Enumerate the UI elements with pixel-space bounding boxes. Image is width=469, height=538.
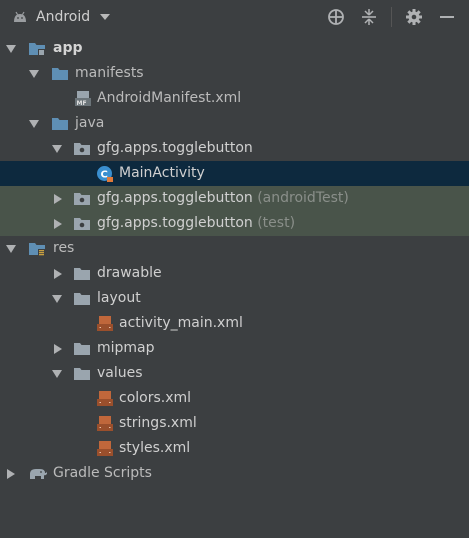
chevron-right-icon[interactable] (54, 269, 62, 279)
tree-node-mipmap[interactable]: mipmap (0, 336, 469, 361)
tree-label-drawable: drawable (97, 265, 162, 281)
tree-node-package-main[interactable]: gfg.apps.togglebutton (0, 136, 469, 161)
xml-file-icon (97, 441, 113, 456)
minimize-icon[interactable] (436, 6, 458, 28)
chevron-down-icon[interactable] (6, 245, 16, 253)
chevron-down-icon[interactable] (52, 370, 62, 378)
tree-label-mipmap: mipmap (97, 340, 155, 356)
chevron-right-icon[interactable] (54, 219, 62, 229)
tree-label-colors: colors.xml (119, 390, 192, 406)
chevron-down-icon (100, 14, 111, 20)
tree-node-layout[interactable]: layout (0, 286, 469, 311)
tree-label-main-activity: MainActivity (119, 165, 205, 181)
chevron-down-icon[interactable] (29, 70, 39, 78)
android-test-suffix: (androidTest) (257, 190, 349, 206)
project-view-selector[interactable]: Android (12, 9, 111, 25)
tree-label-strings: strings.xml (119, 415, 197, 431)
tree-node-res[interactable]: res (0, 236, 469, 261)
svg-text:C: C (101, 170, 108, 181)
tree-label-styles: styles.xml (119, 440, 191, 456)
tree-label-manifests: manifests (75, 65, 144, 81)
project-tree: app manifests MF AndroidManifest.xml jav… (0, 36, 469, 486)
module-folder-icon (29, 43, 45, 56)
folder-icon (74, 268, 90, 280)
project-toolbar: Android (0, 0, 469, 34)
chevron-right-icon[interactable] (54, 194, 62, 204)
tree-node-gradle-scripts[interactable]: Gradle Scripts (0, 461, 469, 486)
tree-label-app: app (53, 40, 83, 56)
gradle-elephant-icon (30, 469, 47, 479)
tree-label-package-android-test: gfg.apps.togglebutton (97, 190, 253, 206)
chevron-down-icon[interactable] (52, 145, 62, 153)
tree-node-java[interactable]: java (0, 111, 469, 136)
tree-label-layout: layout (97, 290, 141, 306)
tree-label-java: java (75, 115, 105, 131)
tree-node-android-manifest[interactable]: MF AndroidManifest.xml (0, 86, 469, 111)
tree-node-package-android-test[interactable]: gfg.apps.togglebutton (androidTest) (0, 186, 469, 211)
tree-label-values: values (97, 365, 143, 381)
tree-label-package-test: gfg.apps.togglebutton (97, 215, 253, 231)
manifest-file-icon: MF (75, 91, 91, 107)
tree-label-activity-main: activity_main.xml (119, 315, 243, 331)
tree-node-package-test[interactable]: gfg.apps.togglebutton (test) (0, 211, 469, 236)
project-view-label: Android (36, 9, 91, 25)
folder-icon (52, 68, 68, 80)
toolbar-divider (391, 7, 392, 27)
resources-folder-icon (29, 243, 45, 256)
tree-node-drawable[interactable]: drawable (0, 261, 469, 286)
tree-node-activity-main[interactable]: activity_main.xml (0, 311, 469, 336)
chevron-down-icon[interactable] (29, 120, 39, 128)
tree-label-package-android-test-wrap: gfg.apps.togglebutton (androidTest) (97, 186, 349, 211)
chevron-down-icon[interactable] (52, 295, 62, 303)
xml-file-icon (97, 391, 113, 406)
tree-node-styles[interactable]: styles.xml (0, 436, 469, 461)
test-suffix: (test) (257, 215, 296, 231)
svg-text:MF: MF (77, 100, 87, 107)
package-folder-icon (74, 193, 90, 205)
xml-file-icon (97, 416, 113, 431)
xml-file-icon (97, 316, 113, 331)
folder-icon (74, 293, 90, 305)
gear-icon[interactable] (403, 6, 425, 28)
kotlin-class-icon: C (97, 166, 113, 182)
tree-node-main-activity[interactable]: C MainActivity (0, 161, 469, 186)
android-icon (14, 11, 26, 22)
tree-label-gradle-scripts: Gradle Scripts (53, 465, 152, 481)
tree-node-strings[interactable]: strings.xml (0, 411, 469, 436)
folder-icon (74, 368, 90, 380)
chevron-right-icon[interactable] (7, 469, 15, 479)
crosshair-icon[interactable] (325, 6, 347, 28)
tree-label-android-manifest: AndroidManifest.xml (97, 90, 242, 106)
tree-label-package-test-wrap: gfg.apps.togglebutton (test) (97, 211, 295, 236)
chevron-right-icon[interactable] (54, 344, 62, 354)
tree-label-package-main: gfg.apps.togglebutton (97, 140, 253, 156)
chevron-down-icon[interactable] (6, 45, 16, 53)
package-folder-icon (74, 218, 90, 230)
collapse-all-icon[interactable] (358, 6, 380, 28)
tree-label-res: res (53, 240, 75, 256)
tree-node-app[interactable]: app (0, 36, 469, 61)
tree-node-manifests[interactable]: manifests (0, 61, 469, 86)
tree-node-colors[interactable]: colors.xml (0, 386, 469, 411)
tree-node-values[interactable]: values (0, 361, 469, 386)
folder-icon (74, 343, 90, 355)
folder-icon (52, 118, 68, 130)
package-folder-icon (74, 143, 90, 155)
